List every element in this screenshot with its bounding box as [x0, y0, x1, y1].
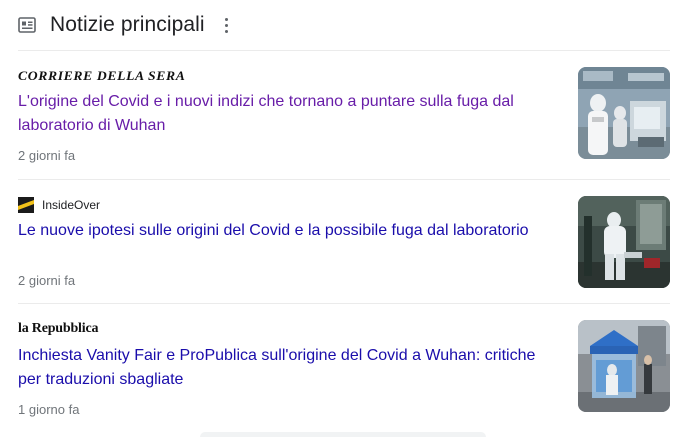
divider — [18, 50, 670, 51]
newspaper-icon — [18, 17, 36, 33]
story-time: 1 giorno fa — [18, 402, 80, 417]
insideover-logo-icon — [18, 197, 34, 213]
source-logo-insideover: InsideOver — [18, 196, 100, 214]
section-header: Notizie principali — [18, 9, 670, 41]
divider — [18, 179, 670, 180]
story-headline[interactable]: L'origine del Covid e i nuovi indizi che… — [18, 90, 548, 138]
story-time: 2 giorni fa — [18, 273, 76, 288]
story-headline[interactable]: Inchiesta Vanity Fair e ProPublica sull'… — [18, 344, 548, 392]
source-logo-corriere: CORRIERE DELLA SERA — [18, 67, 185, 85]
more-vert-icon[interactable] — [223, 16, 231, 34]
lab-workers-image — [578, 67, 670, 159]
story-thumbnail[interactable] — [578, 196, 670, 288]
source-name: la Repubblica — [18, 321, 99, 336]
source-name: CORRIERE DELLA SERA — [18, 68, 186, 83]
story-thumbnail[interactable] — [578, 320, 670, 412]
news-story-2[interactable]: InsideOver Le nuove ipotesi sulle origin… — [18, 196, 670, 308]
hazmat-worker-image — [578, 196, 670, 288]
news-story-3[interactable]: la Repubblica Inchiesta Vanity Fair e Pr… — [18, 320, 670, 432]
source-logo-repubblica: la Repubblica — [18, 320, 98, 338]
section-title: Notizie principali — [50, 13, 205, 36]
testing-tent-image — [578, 320, 670, 412]
story-thumbnail[interactable] — [578, 67, 670, 159]
more-news-button[interactable] — [200, 432, 486, 437]
story-headline[interactable]: Le nuove ipotesi sulle origini del Covid… — [18, 219, 548, 243]
source-name: InsideOver — [42, 198, 101, 212]
divider — [18, 303, 670, 304]
news-story-1[interactable]: CORRIERE DELLA SERA L'origine del Covid … — [18, 67, 670, 179]
story-time: 2 giorni fa — [18, 148, 76, 163]
